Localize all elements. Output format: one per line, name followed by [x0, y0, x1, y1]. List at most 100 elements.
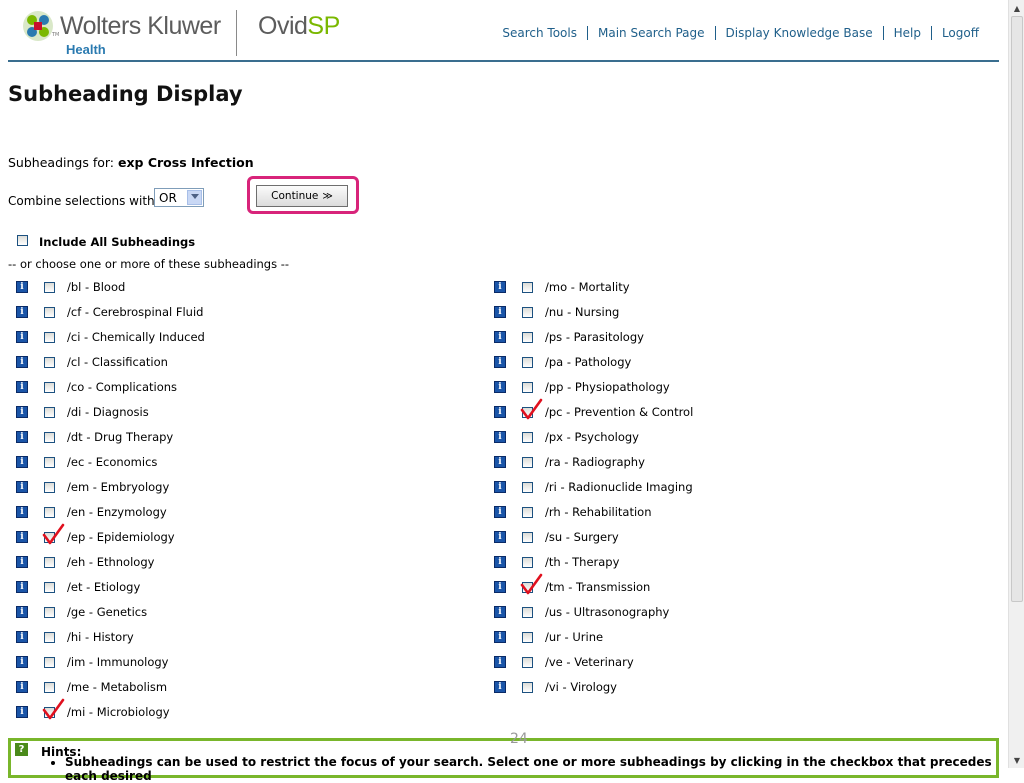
subheading-label: /mi - Microbiology — [67, 705, 170, 719]
info-icon[interactable]: i — [16, 281, 28, 293]
info-icon[interactable]: i — [494, 431, 506, 443]
subheading-label: /rh - Rehabilitation — [545, 505, 652, 519]
info-icon[interactable]: i — [494, 581, 506, 593]
info-icon[interactable]: i — [494, 356, 506, 368]
info-icon[interactable]: i — [16, 706, 28, 718]
info-icon[interactable]: i — [494, 456, 506, 468]
info-icon[interactable]: i — [16, 556, 28, 568]
info-icon[interactable]: i — [16, 581, 28, 593]
subheading-checkbox[interactable] — [44, 457, 55, 468]
info-icon[interactable]: i — [16, 331, 28, 343]
check-mark-icon — [42, 698, 65, 720]
subheading-checkbox[interactable] — [44, 507, 55, 518]
subheading-checkbox[interactable] — [44, 582, 55, 593]
info-icon[interactable]: i — [16, 431, 28, 443]
info-icon[interactable]: i — [494, 331, 506, 343]
subheading-checkbox[interactable] — [44, 557, 55, 568]
subheading-checkbox[interactable] — [522, 557, 533, 568]
info-icon[interactable]: i — [494, 656, 506, 668]
subheading-checkbox[interactable] — [522, 657, 533, 668]
info-icon[interactable]: i — [16, 531, 28, 543]
subheading-checkbox[interactable] — [44, 332, 55, 343]
subheading-checkbox[interactable] — [522, 432, 533, 443]
info-icon[interactable]: i — [494, 281, 506, 293]
info-icon[interactable]: i — [16, 481, 28, 493]
hint-item: Subheadings can be used to restrict the … — [65, 755, 996, 783]
subheading-checkbox[interactable] — [44, 307, 55, 318]
subheading-checkbox[interactable] — [522, 357, 533, 368]
subheading-label: /ri - Radionuclide Imaging — [545, 480, 693, 494]
subheading-checkbox[interactable] — [44, 282, 55, 293]
info-icon[interactable]: i — [494, 506, 506, 518]
subheading-checkbox[interactable] — [44, 432, 55, 443]
info-icon[interactable]: i — [494, 606, 506, 618]
subheading-checkbox[interactable] — [44, 357, 55, 368]
continue-button[interactable]: Continue ≫ — [256, 185, 348, 207]
subheading-checkbox[interactable] — [522, 332, 533, 343]
info-icon[interactable]: i — [494, 306, 506, 318]
vertical-scrollbar[interactable]: ▲ ▼ — [1008, 0, 1024, 768]
nav-help[interactable]: Help — [882, 26, 931, 40]
product-name: OvidSP — [258, 12, 340, 41]
subheading-checkbox[interactable] — [522, 682, 533, 693]
info-icon[interactable]: i — [16, 656, 28, 668]
subheading-checkbox[interactable] — [522, 307, 533, 318]
subheading-checkbox[interactable] — [522, 507, 533, 518]
subheading-checkbox[interactable] — [522, 382, 533, 393]
wolters-kluwer-logo-icon — [23, 11, 53, 41]
subheading-checkbox[interactable] — [44, 682, 55, 693]
scrollbar-thumb[interactable] — [1011, 16, 1023, 602]
info-icon[interactable]: i — [16, 456, 28, 468]
check-mark-icon — [42, 523, 65, 545]
subheading-label: /th - Therapy — [545, 555, 620, 569]
subheading-checkbox[interactable] — [44, 607, 55, 618]
subheading-label: /ps - Parasitology — [545, 330, 644, 344]
subheading-checkbox[interactable] — [522, 607, 533, 618]
info-icon[interactable]: i — [16, 381, 28, 393]
subheading-checkbox[interactable] — [522, 457, 533, 468]
info-icon[interactable]: i — [494, 631, 506, 643]
info-icon[interactable]: i — [16, 681, 28, 693]
subheading-checkbox[interactable] — [44, 382, 55, 393]
info-icon[interactable]: i — [16, 606, 28, 618]
page-title: Subheading Display — [8, 82, 243, 106]
subheading-label: /su - Surgery — [545, 530, 619, 544]
info-icon[interactable]: i — [16, 306, 28, 318]
subheading-checkbox[interactable] — [522, 482, 533, 493]
info-icon[interactable]: i — [494, 381, 506, 393]
info-icon[interactable]: i — [494, 681, 506, 693]
info-icon[interactable]: i — [16, 631, 28, 643]
info-icon[interactable]: i — [494, 481, 506, 493]
subheading-checkbox[interactable] — [522, 632, 533, 643]
subheading-label: /ec - Economics — [67, 455, 158, 469]
info-icon[interactable]: i — [494, 531, 506, 543]
subheading-checkbox[interactable] — [44, 657, 55, 668]
check-mark-icon — [520, 573, 543, 595]
info-icon[interactable]: i — [16, 356, 28, 368]
info-icon[interactable]: i — [16, 506, 28, 518]
subheadings-for: Subheadings for: exp Cross Infection — [8, 155, 254, 170]
subheading-checkbox[interactable] — [44, 632, 55, 643]
subheading-checkbox[interactable] — [522, 282, 533, 293]
info-icon[interactable]: i — [494, 556, 506, 568]
include-all-checkbox[interactable] — [17, 235, 28, 246]
nav-main-search-page[interactable]: Main Search Page — [586, 26, 715, 40]
nav-search-tools[interactable]: Search Tools — [492, 26, 587, 40]
subheading-checkbox[interactable] — [44, 482, 55, 493]
scroll-up-arrow-icon[interactable]: ▲ — [1011, 2, 1023, 14]
subheading-label: /pc - Prevention & Control — [545, 405, 694, 419]
nav-display-knowledge-base[interactable]: Display Knowledge Base — [714, 26, 883, 40]
scroll-down-arrow-icon[interactable]: ▼ — [1011, 754, 1023, 766]
info-icon[interactable]: i — [494, 406, 506, 418]
subheading-label: /px - Psychology — [545, 430, 639, 444]
subheading-label: /et - Etiology — [67, 580, 141, 594]
nav-logoff[interactable]: Logoff — [930, 26, 989, 40]
subheading-label: /co - Complications — [67, 380, 178, 394]
combine-select[interactable]: OR — [154, 188, 204, 207]
subheading-checkbox[interactable] — [44, 407, 55, 418]
chevron-down-icon[interactable] — [187, 190, 202, 205]
subheading-label: /ve - Veterinary — [545, 655, 634, 669]
product-prefix: Ovid — [258, 12, 308, 40]
info-icon[interactable]: i — [16, 406, 28, 418]
subheading-checkbox[interactable] — [522, 532, 533, 543]
